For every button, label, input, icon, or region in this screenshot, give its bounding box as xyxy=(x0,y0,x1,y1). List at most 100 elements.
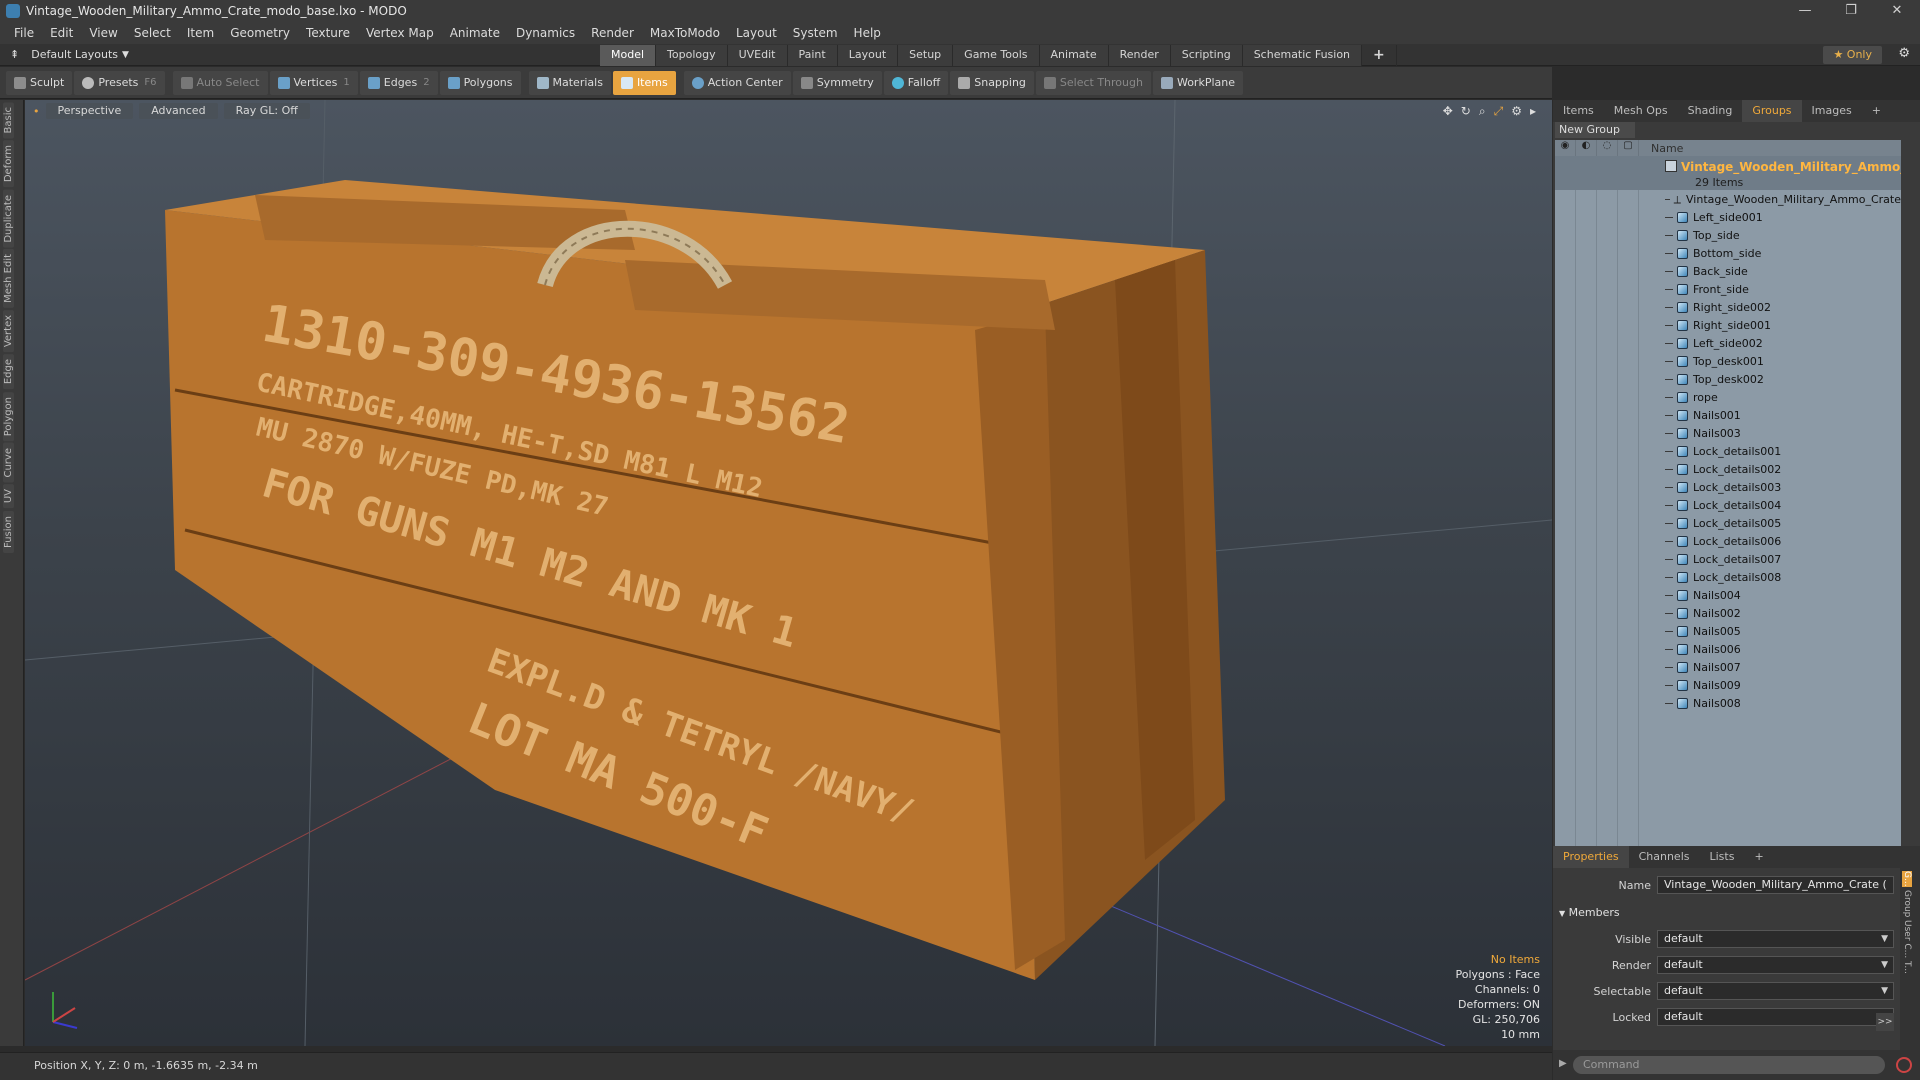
lock-column-icon[interactable]: ▢ xyxy=(1618,140,1639,156)
fit-icon[interactable]: ⤢ xyxy=(1494,104,1504,119)
list-item[interactable]: Left_side002 xyxy=(1555,334,1901,352)
list-item[interactable]: Lock_details001 xyxy=(1555,442,1901,460)
viewport-gear-icon[interactable]: ⚙ xyxy=(1511,104,1522,119)
list-item[interactable]: Back_side xyxy=(1555,262,1901,280)
list-item[interactable]: Nails009 xyxy=(1555,676,1901,694)
list-item[interactable]: Bottom_side xyxy=(1555,244,1901,262)
list-item[interactable]: Top_side xyxy=(1555,226,1901,244)
strip-tab-mesh-edit[interactable]: Mesh Edit xyxy=(3,249,14,309)
list-item[interactable]: Nails003 xyxy=(1555,424,1901,442)
list-item[interactable]: Nails002 xyxy=(1555,604,1901,622)
tab-items[interactable]: Items xyxy=(1553,100,1604,122)
tab-layout[interactable]: Layout xyxy=(837,44,899,66)
side-tab-g[interactable]: G... xyxy=(1902,871,1912,887)
visibility-column-icon[interactable]: ◉ xyxy=(1555,140,1576,156)
menu-select[interactable]: Select xyxy=(126,26,179,40)
rotate-icon[interactable]: ↻ xyxy=(1461,104,1471,119)
viewport-menu-icon[interactable]: • xyxy=(33,105,40,118)
new-group-button[interactable]: New Group xyxy=(1555,122,1635,138)
selectable-dropdown[interactable]: default ▼ xyxy=(1657,982,1894,1000)
tab-shading[interactable]: Shading xyxy=(1678,100,1743,122)
workplane-button[interactable]: WorkPlane xyxy=(1152,70,1243,95)
group-row[interactable]: Vintage_Wooden_Military_Ammo_C... 29 Ite… xyxy=(1555,156,1901,190)
list-item[interactable]: Lock_details006 xyxy=(1555,532,1901,550)
strip-tab-curve[interactable]: Curve xyxy=(3,442,14,483)
list-item[interactable]: Right_side001 xyxy=(1555,316,1901,334)
list-item[interactable]: Nails005 xyxy=(1555,622,1901,640)
menu-dynamics[interactable]: Dynamics xyxy=(508,26,583,40)
snapping-button[interactable]: Snapping xyxy=(950,70,1034,95)
polygons-button[interactable]: Polygons xyxy=(439,70,521,95)
strip-tab-edge[interactable]: Edge xyxy=(3,354,14,390)
command-input[interactable]: Command xyxy=(1573,1056,1885,1074)
list-item[interactable]: Right_side002 xyxy=(1555,298,1901,316)
select-through-button[interactable]: Select Through xyxy=(1035,70,1151,95)
perspective-dropdown[interactable]: Perspective xyxy=(45,103,134,119)
edges-button[interactable]: Edges 2 xyxy=(359,70,438,95)
render-dropdown[interactable]: default ▼ xyxy=(1657,956,1894,974)
pan-icon[interactable]: ✥ xyxy=(1443,104,1453,119)
strip-tab-vertex[interactable]: Vertex xyxy=(3,310,14,353)
strip-tab-basic[interactable]: Basic xyxy=(3,102,14,139)
strip-tab-deform[interactable]: Deform xyxy=(3,140,14,188)
tab-properties[interactable]: Properties xyxy=(1553,846,1629,868)
expand-arrow-icon[interactable]: ▸ xyxy=(1530,104,1536,119)
shading-dropdown[interactable]: Advanced xyxy=(139,103,218,119)
menu-help[interactable]: Help xyxy=(846,26,889,40)
tab-model[interactable]: Model xyxy=(600,44,657,66)
default-layouts-dropdown[interactable]: ⇞ Default Layouts ▼ xyxy=(0,48,600,61)
add-properties-tab-button[interactable]: + xyxy=(1744,846,1773,868)
tab-paint[interactable]: Paint xyxy=(787,44,838,66)
auto-select-button[interactable]: Auto Select xyxy=(172,70,268,95)
tab-mesh-ops[interactable]: Mesh Ops xyxy=(1604,100,1678,122)
strip-tab-fusion[interactable]: Fusion xyxy=(3,510,14,553)
add-panel-tab-button[interactable]: + xyxy=(1862,100,1891,122)
render-column-icon[interactable]: ◐ xyxy=(1576,140,1597,156)
menu-texture[interactable]: Texture xyxy=(298,26,358,40)
presets-button[interactable]: Presets F6 xyxy=(74,70,165,95)
sculpt-button[interactable]: Sculpt xyxy=(6,70,73,95)
vertices-button[interactable]: Vertices 1 xyxy=(269,70,358,95)
raygl-toggle[interactable]: Ray GL: Off xyxy=(223,103,310,119)
side-tab-t[interactable]: T... xyxy=(1902,961,1912,974)
select-column-icon[interactable]: ◌ xyxy=(1597,140,1618,156)
strip-tab-polygon[interactable]: Polygon xyxy=(3,391,14,441)
members-section-header[interactable]: ▼ Members xyxy=(1559,906,1620,919)
list-item[interactable]: Lock_details005 xyxy=(1555,514,1901,532)
add-tab-button[interactable]: + xyxy=(1362,44,1397,66)
list-item[interactable]: Left_side001 xyxy=(1555,208,1901,226)
menu-layout[interactable]: Layout xyxy=(728,26,785,40)
strip-tab-uv[interactable]: UV xyxy=(3,484,14,509)
menu-maxtomodo[interactable]: MaxToModo xyxy=(642,26,728,40)
name-column-header[interactable]: Name xyxy=(1639,142,1683,155)
minimize-button[interactable]: — xyxy=(1782,0,1828,22)
menu-view[interactable]: View xyxy=(81,26,125,40)
tab-animate[interactable]: Animate xyxy=(1039,44,1109,66)
visible-dropdown[interactable]: default ▼ xyxy=(1657,930,1894,948)
gear-icon[interactable]: ⚙ xyxy=(1898,46,1910,61)
tab-scripting[interactable]: Scripting xyxy=(1170,44,1243,66)
only-toggle[interactable]: ★ Only xyxy=(1823,46,1882,64)
list-item[interactable]: Nails008 xyxy=(1555,694,1901,712)
menu-geometry[interactable]: Geometry xyxy=(222,26,298,40)
materials-button[interactable]: Materials xyxy=(528,70,611,95)
3d-viewport[interactable]: 1310-309-4936-13562 CARTRIDGE,40MM, HE-T… xyxy=(25,100,1552,1046)
action-center-button[interactable]: Action Center xyxy=(683,70,791,95)
list-item[interactable]: Lock_details004 xyxy=(1555,496,1901,514)
strip-tab-duplicate[interactable]: Duplicate xyxy=(3,189,14,248)
list-item[interactable]: Top_desk002 xyxy=(1555,370,1901,388)
close-button[interactable]: ✕ xyxy=(1874,0,1920,22)
menu-system[interactable]: System xyxy=(785,26,846,40)
expand-button[interactable]: >> xyxy=(1876,1013,1894,1031)
tab-images[interactable]: Images xyxy=(1802,100,1862,122)
maximize-button[interactable]: ❐ xyxy=(1828,0,1874,22)
menu-file[interactable]: File xyxy=(6,26,42,40)
list-item[interactable]: Lock_details007 xyxy=(1555,550,1901,568)
menu-vertex-map[interactable]: Vertex Map xyxy=(358,26,442,40)
side-tab-group[interactable]: Group xyxy=(1902,890,1912,917)
list-item[interactable]: Lock_details008 xyxy=(1555,568,1901,586)
list-item[interactable]: Lock_details002 xyxy=(1555,460,1901,478)
tab-lists[interactable]: Lists xyxy=(1700,846,1745,868)
menu-edit[interactable]: Edit xyxy=(42,26,81,40)
list-item[interactable]: rope xyxy=(1555,388,1901,406)
